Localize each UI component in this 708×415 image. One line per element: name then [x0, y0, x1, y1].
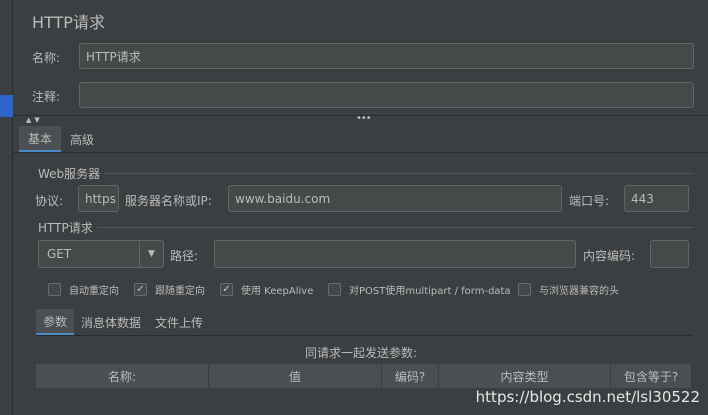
panel-title: HTTP请求 — [32, 13, 105, 32]
tabs-divider — [14, 152, 708, 153]
http-request-panel: HTTP请求 名称: HTTP请求 注释: ▲▼ ••• 基本 高级 Web服务… — [14, 0, 708, 415]
checkbox-box[interactable] — [518, 283, 531, 296]
option-label: 使用 KeepAlive — [241, 286, 314, 297]
tree-selection-marker — [0, 95, 13, 117]
auto-redirect-checkbox[interactable]: 自动重定向 — [48, 282, 119, 297]
web-server-section-title: Web服务器 — [38, 165, 105, 182]
tab-file-upload[interactable]: 文件上传 — [148, 309, 210, 335]
tab-body-data[interactable]: 消息体数据 — [74, 309, 148, 335]
drag-handle-icon[interactable]: ••• — [356, 113, 372, 124]
name-label: 名称: — [32, 51, 61, 65]
name-field[interactable]: HTTP请求 — [79, 43, 694, 69]
server-field[interactable]: www.baidu.com — [228, 185, 562, 212]
path-label: 路径: — [170, 249, 199, 263]
browser-headers-checkbox[interactable]: 与浏览器兼容的头 — [518, 282, 619, 297]
server-label: 服务器名称或IP: — [125, 194, 212, 208]
follow-redirect-checkbox[interactable]: ✓ 跟随重定向 — [134, 282, 205, 297]
encoding-label: 内容编码: — [583, 249, 636, 263]
option-label: 自动重定向 — [69, 286, 119, 297]
method-value: GET — [47, 247, 72, 261]
option-label: 与浏览器兼容的头 — [539, 286, 619, 297]
column-name[interactable]: 名称: — [36, 364, 209, 388]
left-tree-strip — [0, 0, 13, 415]
column-encode[interactable]: 编码? — [382, 364, 439, 388]
tab-advanced[interactable]: 高级 — [61, 126, 103, 152]
params-table-header: 名称: 值 编码? 内容类型 包含等于? — [36, 364, 692, 388]
parameter-tabs: 参数 消息体数据 文件上传 — [36, 309, 210, 335]
chevron-down-icon[interactable]: ▼ — [139, 241, 163, 267]
keepalive-checkbox[interactable]: ✓ 使用 KeepAlive — [220, 282, 313, 297]
splitter[interactable]: ▲▼ ••• — [14, 113, 708, 125]
column-include-equals[interactable]: 包含等于? — [611, 364, 692, 388]
http-section-border — [38, 227, 694, 228]
method-select[interactable]: GET ▼ — [38, 240, 164, 268]
check-icon[interactable]: ✓ — [220, 283, 233, 296]
http-section-title: HTTP请求 — [38, 219, 97, 236]
option-label: 对POST使用multipart / form-data — [349, 286, 511, 297]
web-server-section-border — [38, 173, 694, 174]
params-caption: 同请求一起发送参数: — [304, 346, 418, 360]
protocol-label: 协议: — [35, 194, 64, 208]
top-tabs: 基本 高级 — [19, 126, 103, 152]
column-content-type[interactable]: 内容类型 — [439, 364, 611, 388]
comment-field[interactable] — [79, 82, 694, 108]
comment-label: 注释: — [32, 90, 61, 104]
watermark: https://blog.csdn.net/lsl30522 — [475, 388, 700, 406]
param-tabs-divider — [36, 335, 692, 336]
port-label: 端口号: — [569, 194, 610, 208]
collapse-arrows-icon[interactable]: ▲▼ — [26, 116, 43, 124]
option-label: 跟随重定向 — [155, 286, 205, 297]
check-icon[interactable]: ✓ — [134, 283, 147, 296]
checkbox-box[interactable] — [328, 283, 341, 296]
tab-basic[interactable]: 基本 — [19, 126, 62, 152]
checkbox-box[interactable] — [48, 283, 61, 296]
multipart-checkbox[interactable]: 对POST使用multipart / form-data — [328, 282, 511, 297]
protocol-field[interactable]: https — [78, 185, 119, 212]
tab-parameters[interactable]: 参数 — [36, 309, 75, 335]
port-field[interactable]: 443 — [624, 185, 689, 212]
column-value[interactable]: 值 — [209, 364, 382, 388]
encoding-field[interactable] — [650, 240, 689, 268]
path-field[interactable] — [214, 240, 576, 268]
